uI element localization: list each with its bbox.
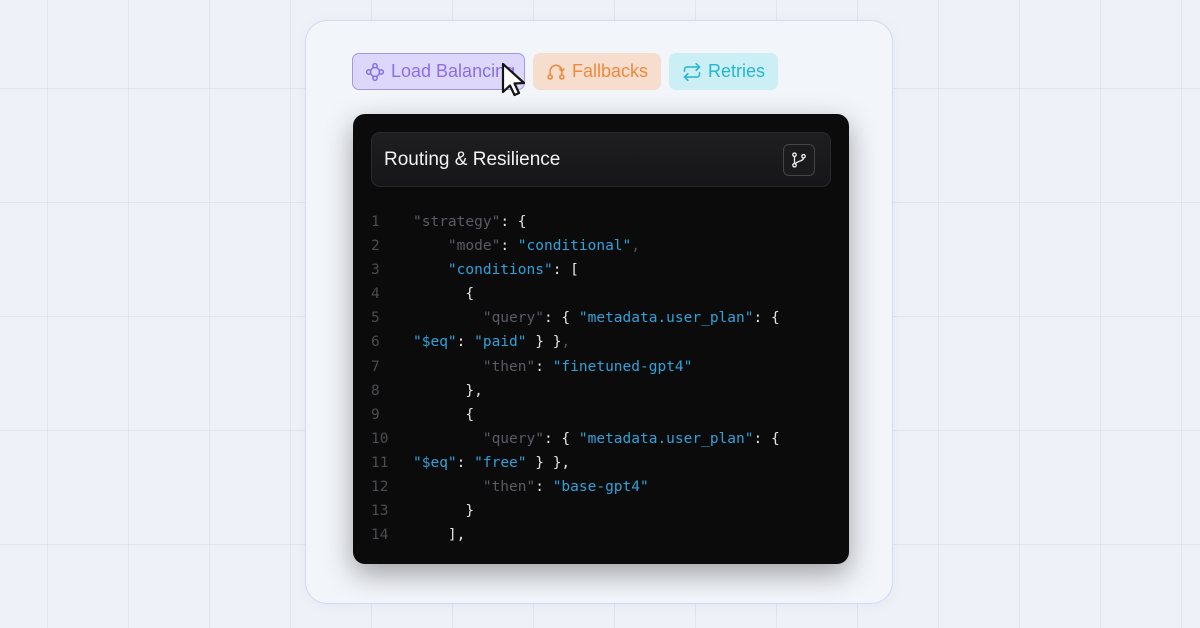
line-number: 3	[371, 262, 380, 279]
code-token: },	[465, 382, 483, 399]
tab-fallbacks[interactable]: Fallbacks	[533, 53, 662, 90]
code-token: "paid"	[474, 334, 527, 351]
code-token: "mode"	[447, 238, 501, 255]
line-number: 5	[371, 310, 380, 327]
feature-tabs: Load Balancing Fallbacks Retries	[352, 53, 779, 90]
code-text: "$eq": "free" } },	[413, 451, 570, 475]
code-token: }	[465, 503, 475, 520]
code-token: "then"	[482, 479, 536, 496]
code-text: "strategy": {	[413, 210, 527, 234]
code-token: "query"	[482, 430, 544, 447]
code-line: 1 "strategy": {	[353, 210, 849, 234]
code-token: ],	[447, 527, 466, 544]
code-line: 9 {	[353, 403, 849, 427]
code-token: ,	[561, 334, 571, 351]
code-token: } }	[526, 334, 562, 351]
code-token: : {	[500, 214, 527, 230]
code-line: 3 "conditions": [	[353, 258, 849, 282]
tab-label: Retries	[708, 61, 766, 81]
git-branch-icon	[792, 152, 806, 168]
tab-label: Fallbacks	[572, 61, 649, 81]
code-token: "$eq"	[413, 334, 457, 351]
code-token: "metadata.user_plan"	[578, 310, 754, 327]
code-token: : {	[753, 310, 780, 327]
code-token: :	[500, 238, 518, 255]
code-line: 12 "then": "base-gpt4"	[353, 475, 849, 499]
network-nodes-icon	[365, 62, 385, 81]
code-token: {	[465, 406, 475, 423]
code-token: :	[456, 454, 475, 471]
code-line: 6 "$eq": "paid" } },	[353, 330, 849, 354]
tab-retries[interactable]: Retries	[669, 53, 779, 90]
code-line: 14 ],	[353, 523, 849, 547]
code-token: : [	[552, 262, 579, 279]
code-editor[interactable]: 1 "strategy": {2 "mode": "conditional", 3 …	[353, 210, 849, 547]
panel-header: Routing & Resilience	[371, 132, 831, 187]
repeat-icon	[683, 62, 701, 81]
code-text: {	[413, 282, 474, 306]
code-text: "$eq": "paid" } },	[413, 330, 570, 354]
line-number: 12	[371, 479, 389, 496]
code-token: :	[535, 479, 553, 496]
code-token: "base-gpt4"	[552, 479, 649, 496]
code-line: 5 "query": { "metadata.user_plan": {	[353, 306, 849, 330]
line-number: 9	[371, 406, 380, 423]
line-number: 6	[371, 334, 380, 351]
code-token: "strategy"	[413, 214, 501, 230]
code-line: 11 "$eq": "free" } },	[353, 451, 849, 475]
code-text: }	[413, 499, 474, 523]
line-number: 7	[371, 358, 380, 375]
code-token: : {	[543, 430, 579, 447]
tab-label: Load Balancing	[391, 61, 516, 81]
panel-title: Routing & Resilience	[384, 149, 561, 170]
code-token: "$eq"	[413, 454, 457, 471]
code-token: : {	[753, 430, 780, 447]
code-text: "conditions": [	[413, 258, 579, 282]
code-line: 2 "mode": "conditional",	[353, 234, 849, 258]
code-text: ],	[413, 523, 465, 547]
code-text: "query": { "metadata.user_plan": {	[413, 306, 780, 330]
code-token: "then"	[482, 358, 536, 375]
code-token: "free"	[474, 454, 527, 471]
code-token: :	[456, 334, 475, 351]
code-text: "then": "base-gpt4"	[413, 475, 649, 499]
code-text: "mode": "conditional",	[413, 234, 640, 258]
code-text: },	[413, 379, 483, 403]
code-token: } },	[526, 454, 571, 471]
line-number: 1	[371, 214, 380, 230]
code-text: {	[413, 403, 474, 427]
line-number: 11	[371, 454, 389, 471]
code-token: : {	[543, 310, 579, 327]
code-line: 4 {	[353, 282, 849, 306]
code-token: "finetuned-gpt4"	[552, 358, 693, 375]
code-line: 8 },	[353, 379, 849, 403]
code-token: ,	[631, 238, 641, 255]
line-number: 14	[371, 527, 389, 544]
fallback-arc-icon	[547, 64, 565, 80]
line-number: 10	[371, 430, 389, 447]
line-number: 4	[371, 286, 380, 303]
line-number: 2	[371, 238, 380, 255]
mouse-pointer-icon	[501, 62, 526, 97]
code-line: 10 "query": { "metadata.user_plan": {	[353, 427, 849, 451]
code-panel: Routing & Resilience 1 "strategy": {2 "mo…	[353, 114, 849, 564]
line-number: 8	[371, 382, 380, 399]
code-token: "metadata.user_plan"	[578, 430, 754, 447]
code-line: 13 }	[353, 499, 849, 523]
code-token: "query"	[482, 310, 544, 327]
code-token: {	[465, 286, 475, 303]
line-number: 13	[371, 503, 389, 520]
code-token: "conditions"	[447, 262, 553, 279]
branch-button[interactable]	[783, 144, 815, 176]
code-token: :	[535, 358, 553, 375]
code-text: "then": "finetuned-gpt4"	[413, 355, 693, 379]
code-text: "query": { "metadata.user_plan": {	[413, 427, 780, 451]
code-token: "conditional"	[517, 238, 632, 255]
code-line: 7 "then": "finetuned-gpt4"	[353, 355, 849, 379]
